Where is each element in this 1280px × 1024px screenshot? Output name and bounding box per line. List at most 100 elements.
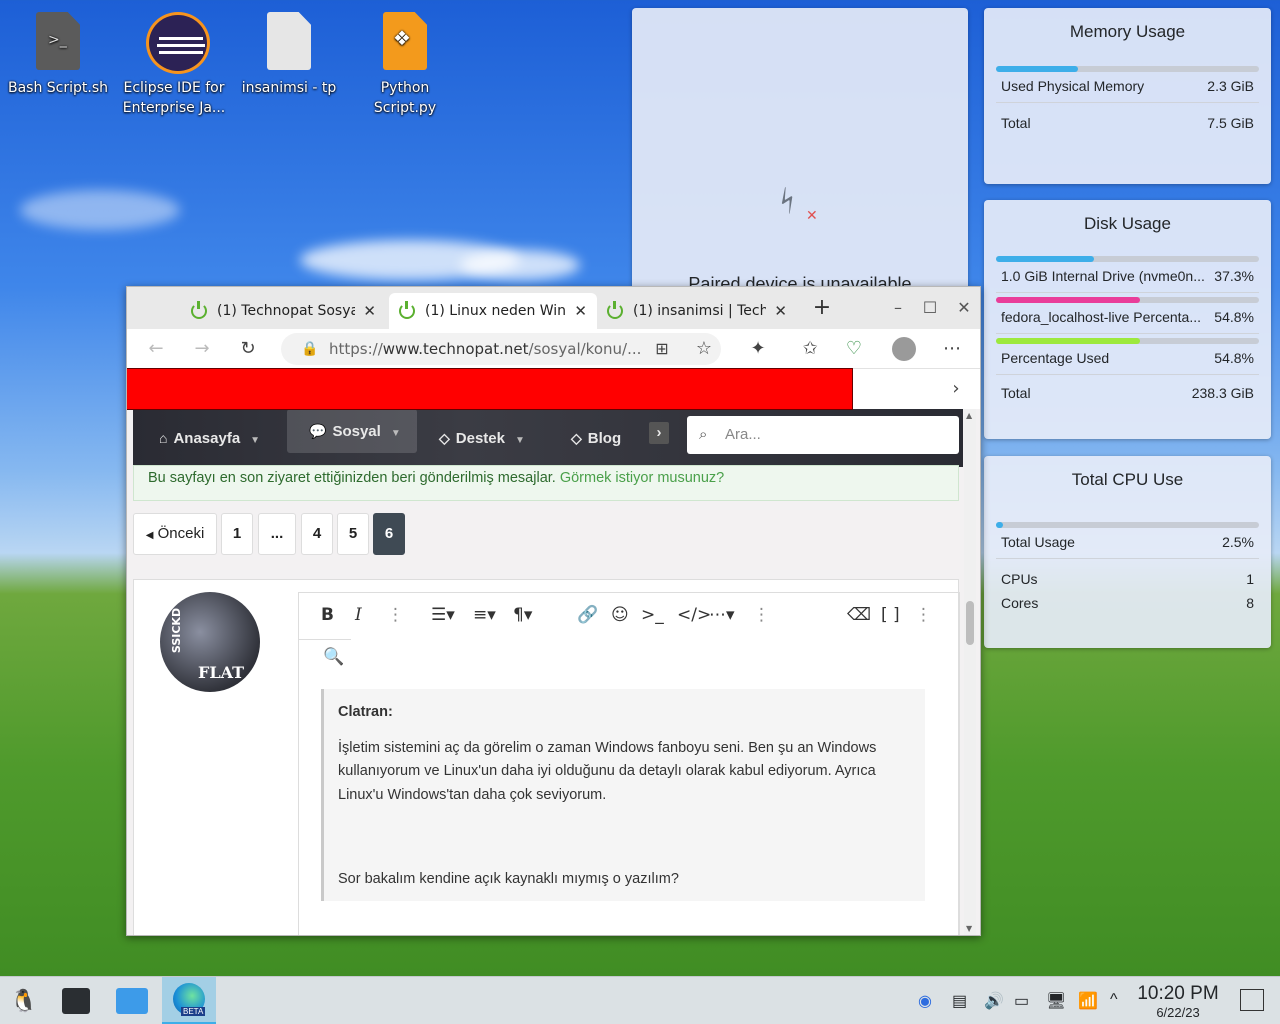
pager-page-1[interactable]: 1 [221, 513, 253, 555]
terminal-code-icon[interactable]: >_ [641, 605, 664, 625]
update-notifier-icon[interactable]: ◉ [918, 991, 932, 1011]
tab-technopat-sosyal[interactable]: (1) Technopat Sosyal ✕ [181, 293, 386, 329]
clock-time: 10:20 PM [1137, 983, 1219, 1004]
more-vertical-icon[interactable]: ⋮ [915, 605, 932, 625]
favorites-icon[interactable]: ✩ [795, 335, 825, 363]
disk-usage-bar [996, 297, 1259, 303]
tag-icon: ◇ [439, 430, 450, 446]
show-desktop-button[interactable] [1240, 989, 1264, 1011]
minimize-button[interactable]: – [883, 293, 913, 323]
disk-usage-bar [996, 256, 1259, 262]
more-vertical-icon[interactable]: ⋮ [753, 605, 770, 625]
widget-title: Total CPU Use [1071, 470, 1184, 489]
system-clock[interactable]: 10:20 PM 6/22/23 [1130, 983, 1226, 1020]
url-host: www.technopat.net [382, 340, 529, 358]
redaction-bar [127, 368, 853, 410]
memory-usage-bar [996, 66, 1259, 72]
list-icon[interactable]: ☰▾ [431, 605, 455, 625]
more-vertical-icon[interactable]: ⋮ [387, 605, 404, 625]
italic-icon[interactable]: I [355, 605, 362, 625]
disk-usage-bar [996, 338, 1259, 344]
brackets-icon[interactable]: [ ] [881, 605, 900, 625]
pager-page-4[interactable]: 4 [301, 513, 333, 555]
nav-more-chevron-icon[interactable]: › [649, 422, 669, 444]
close-tab-icon[interactable]: ✕ [774, 302, 787, 320]
more-options-icon[interactable]: ⋯ [937, 335, 967, 363]
chevron-down-icon: ▼ [514, 435, 525, 446]
quote-question: Sor bakalım kendine açık kaynaklı mıymış… [338, 871, 679, 887]
more-options-icon[interactable]: ⋯▾ [709, 605, 735, 625]
eraser-icon[interactable]: ⌫ [847, 605, 871, 625]
tab-linux-neden-windows[interactable]: (1) Linux neden Windows ✕ [389, 293, 597, 329]
link-icon[interactable]: 🔗 [577, 605, 598, 625]
align-icon[interactable]: ≡▾ [473, 605, 496, 625]
close-tab-icon[interactable]: ✕ [574, 302, 587, 320]
avatar-text: FLAT [198, 663, 245, 682]
desktop-icon-label: Bash Script.sh [7, 80, 109, 96]
code-icon[interactable]: </> [677, 605, 711, 625]
forward-arrow-icon[interactable]: → [187, 335, 217, 363]
battery-icon[interactable]: ▭ [1014, 991, 1029, 1011]
cpu-usage-widget: Total CPU Use Total Usage 2.5% CPUs 1 Co… [984, 456, 1271, 648]
desktop-icon-python-script[interactable]: ❖ Python Script.py [350, 12, 460, 118]
avatar-side-text: SSICKD [170, 607, 184, 654]
maximize-button[interactable]: ☐ [915, 293, 945, 323]
app-available-icon[interactable]: ⊞ [647, 335, 677, 363]
chevron-down-icon: ▼ [390, 428, 401, 439]
desktop-icon-label: Eclipse IDE for Enterprise Ja... [122, 80, 226, 116]
chevron-right-icon[interactable]: › [941, 375, 971, 403]
memory-used-value: 2.3 GiB [1207, 78, 1254, 94]
close-tab-icon[interactable]: ✕ [363, 302, 376, 320]
disk-row-label: fedora_localhost-live Percenta... [1001, 309, 1201, 325]
tab-insanimsi[interactable]: (1) insanimsi | Technopat ✕ [597, 293, 797, 329]
clipboard-icon[interactable]: ▤ [952, 991, 967, 1011]
nav-blog[interactable]: ◇ Blog [571, 409, 621, 467]
nav-social[interactable]: 💬 Sosyal ▼ [287, 409, 417, 453]
desktop-icon-eclipse[interactable]: Eclipse IDE for Enterprise Ja... [119, 12, 229, 118]
display-icon[interactable]: 🖥 [1046, 991, 1066, 1011]
disk-total-value: 238.3 GiB [1191, 385, 1254, 401]
disk-usage-widget: Disk Usage 1.0 GiB Internal Drive (nvme0… [984, 200, 1271, 439]
volume-icon[interactable]: 🔊 [984, 991, 1004, 1011]
pager-page-5[interactable]: 5 [337, 513, 369, 555]
pager-ellipsis[interactable]: ... [258, 513, 296, 555]
pager-prev-button[interactable]: ◀ Önceki [133, 513, 217, 555]
emoji-icon[interactable]: ☺ [611, 605, 629, 625]
preview-icon[interactable]: 🔍 [323, 647, 344, 667]
back-arrow-icon[interactable]: ← [141, 335, 171, 363]
terminal-file-icon: >_ [30, 12, 86, 74]
close-window-button[interactable]: ✕ [949, 293, 979, 323]
show-unread-link[interactable]: Görmek istiyor musunuz? [560, 470, 724, 486]
reload-icon[interactable]: ↻ [233, 335, 263, 363]
search-input[interactable]: ⌕ Ara... [687, 416, 959, 454]
pager-page-6[interactable]: 6 [373, 513, 405, 555]
user-avatar[interactable]: SSICKD FLAT [160, 592, 260, 692]
file-manager-icon[interactable] [114, 983, 150, 1019]
disk-row-value: 54.8% [1214, 309, 1254, 325]
nav-home[interactable]: ⌂ Anasayfa ▼ [159, 409, 260, 467]
scrollbar-thumb[interactable] [966, 601, 974, 645]
browser-essentials-icon[interactable]: ♡ [839, 335, 869, 363]
nav-support[interactable]: ◇ Destek ▼ [439, 409, 525, 467]
bold-icon[interactable]: B [321, 605, 334, 625]
desktop-icon-bash-script[interactable]: >_ Bash Script.sh [3, 12, 113, 98]
unread-notice: Bu sayfayı en son ziyaret ettiğinizden b… [133, 465, 959, 501]
technopat-favicon-icon [399, 301, 415, 319]
edge-beta-task[interactable]: BETA [162, 977, 216, 1024]
new-tab-button[interactable]: + [807, 293, 837, 323]
profile-avatar-icon[interactable] [889, 335, 919, 363]
app-launcher-tux-icon[interactable]: 🐧 [6, 983, 42, 1019]
cpu-count-value: 1 [1246, 571, 1254, 587]
memory-total-label: Total [1001, 115, 1031, 131]
disk-row-label: Percentage Used [1001, 350, 1110, 366]
wifi-icon[interactable]: 📶 [1078, 991, 1098, 1011]
extensions-icon[interactable]: ✦ [743, 335, 773, 363]
system-settings-icon[interactable] [58, 983, 94, 1019]
favorite-star-icon[interactable]: ☆ [689, 335, 719, 363]
page-scrollbar[interactable]: ▲ ▼ [964, 409, 976, 935]
reply-editor[interactable]: B I ⋮ ☰▾ ≡▾ ¶▾ 🔗 ☺ >_ </> ⋯▾ ⋮ ⌫ [ ] ⋮ 🔍… [298, 592, 960, 935]
desktop-icon-insanimsi[interactable]: insanimsi - tp [234, 12, 344, 98]
paragraph-icon[interactable]: ¶▾ [513, 605, 532, 625]
tray-expand-chevron-up-icon[interactable]: ^ [1110, 991, 1118, 1009]
site-navbar: ⌂ Anasayfa ▼ 💬 Sosyal ▼ ◇ Destek ▼ ◇ Blog › ⌕ A… [133, 409, 963, 467]
